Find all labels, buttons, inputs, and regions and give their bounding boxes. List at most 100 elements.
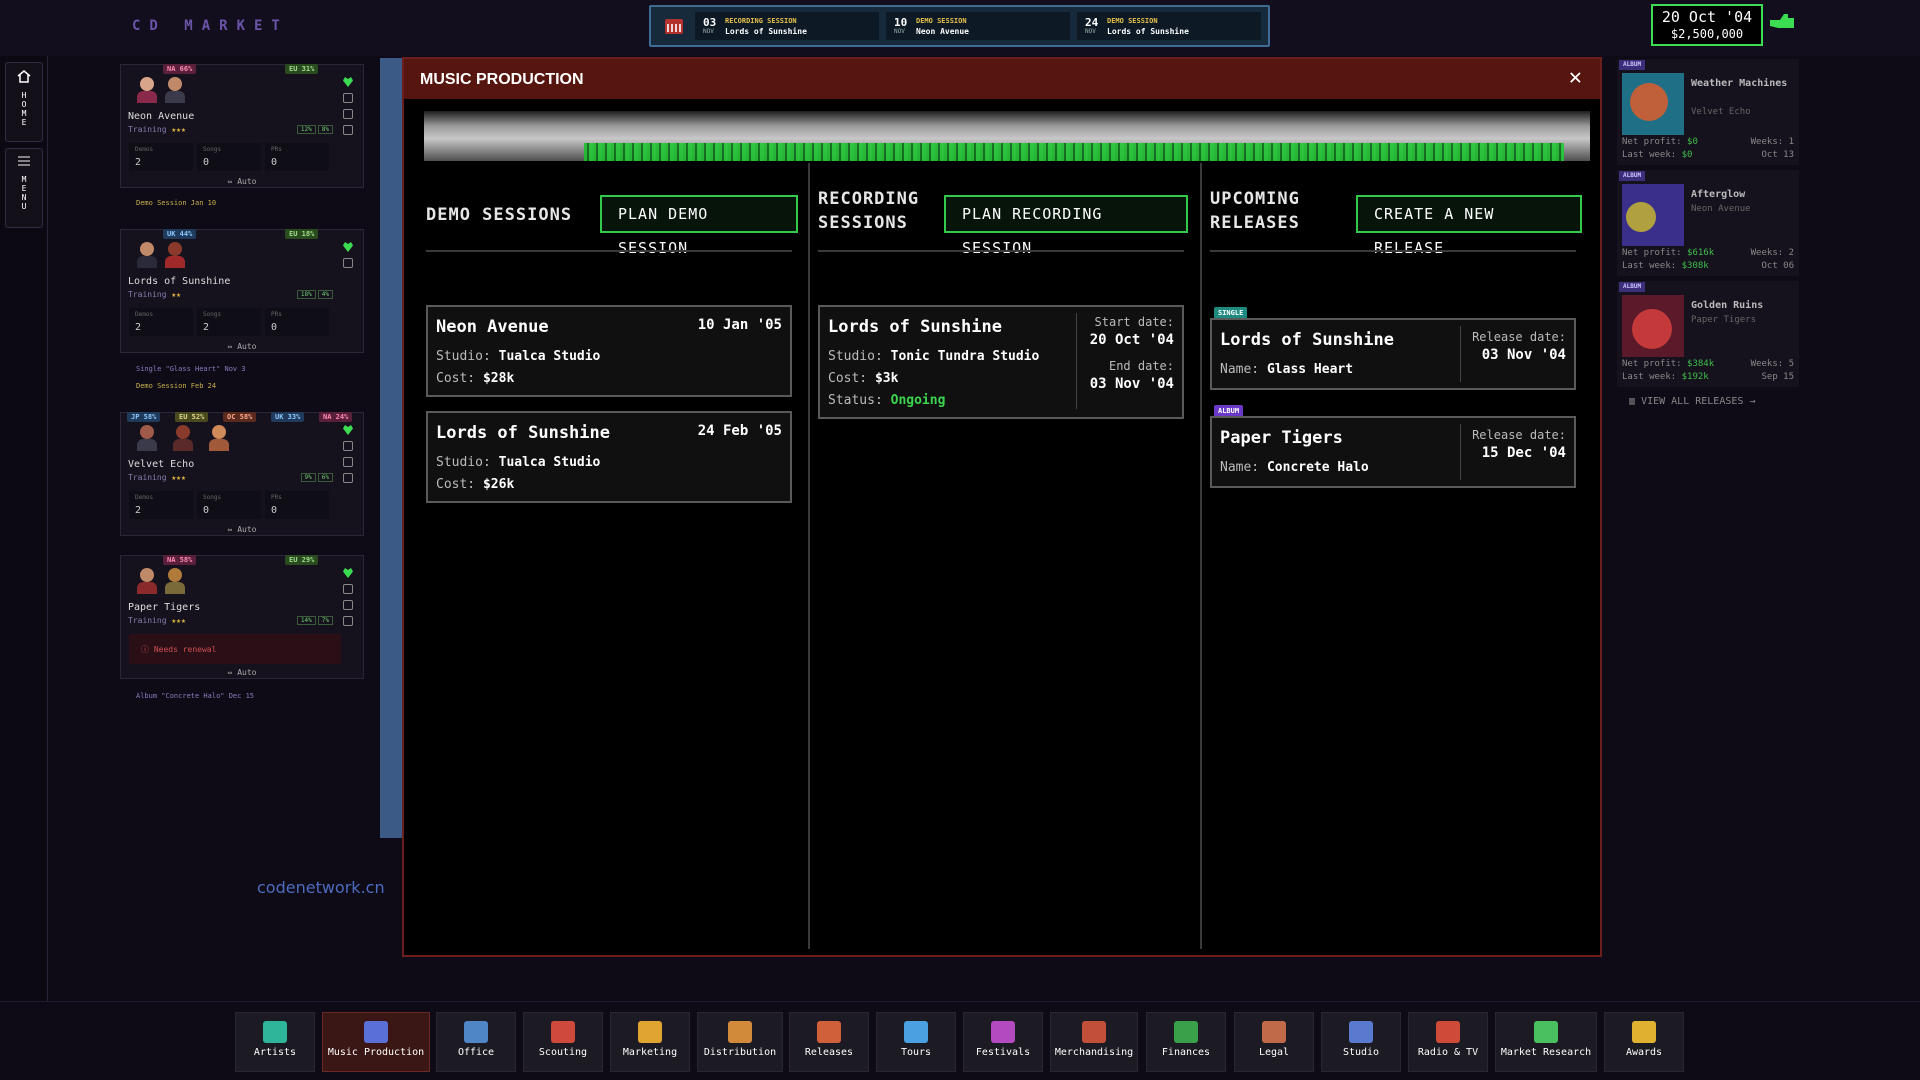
schedule-item[interactable]: 03 NOV RECORDING SESSION Lords of Sunshi… bbox=[695, 12, 879, 40]
released-album-card[interactable]: ALBUM Golden Ruins Paper Tigers Net prof… bbox=[1617, 281, 1799, 387]
nav-legal[interactable]: Legal bbox=[1234, 1012, 1314, 1072]
nav-label: Studio bbox=[1342, 1047, 1380, 1058]
create-new-release-button[interactable]: CREATE A NEW RELEASE bbox=[1356, 195, 1582, 257]
artist-avatar bbox=[135, 421, 159, 451]
artist-actions[interactable] bbox=[343, 425, 357, 489]
card-date: 24 Feb '05 bbox=[697, 423, 782, 439]
stat-demos: Demos 2 bbox=[129, 143, 193, 171]
current-date: 20 Oct '04 bbox=[1661, 8, 1753, 26]
upcoming-schedule[interactable]: 03 NOV RECORDING SESSION Lords of Sunshi… bbox=[649, 5, 1270, 47]
nav-label: Market Research bbox=[1500, 1047, 1592, 1058]
release-title: Weather Machines bbox=[1691, 78, 1788, 89]
nav-festivals[interactable]: Festivals bbox=[963, 1012, 1043, 1072]
name-value: Concrete Halo bbox=[1266, 460, 1369, 475]
studio-label: Studio: bbox=[436, 455, 491, 470]
recording-session-card[interactable]: Lords of Sunshine Studio: Tonic Tundra S… bbox=[818, 305, 1184, 419]
studio-banner-image bbox=[424, 111, 1590, 161]
artist-avatar bbox=[207, 421, 231, 451]
shirt-icon[interactable] bbox=[343, 616, 353, 626]
nav-artists[interactable]: Artists bbox=[235, 1012, 315, 1072]
auto-toggle[interactable]: ⇔ Auto bbox=[121, 668, 363, 677]
nav-label: Distribution bbox=[703, 1047, 777, 1058]
column-title: RECORDING SESSIONS bbox=[818, 187, 919, 235]
shirt-icon[interactable] bbox=[343, 473, 353, 483]
nav-market-research[interactable]: Market Research bbox=[1495, 1012, 1597, 1072]
released-album-card[interactable]: ALBUM Afterglow Neon Avenue Net profit: … bbox=[1617, 170, 1799, 276]
nav-awards[interactable]: Awards bbox=[1604, 1012, 1684, 1072]
nav-studio[interactable]: Studio bbox=[1321, 1012, 1401, 1072]
released-album-card[interactable]: ALBUM Weather Machines Velvet Echo Net p… bbox=[1617, 59, 1799, 165]
demo-session-card[interactable]: Neon Avenue 10 Jan '05 Studio: Tualca St… bbox=[426, 305, 792, 397]
end-date-label: End date: bbox=[1108, 359, 1174, 373]
calendar-icon[interactable] bbox=[343, 441, 353, 451]
auto-toggle[interactable]: ⇔ Auto bbox=[121, 177, 363, 186]
release-date-value: 15 Dec '04 bbox=[1481, 445, 1566, 461]
nav-marketing[interactable]: Marketing bbox=[610, 1012, 690, 1072]
shirt-icon[interactable] bbox=[343, 125, 353, 135]
nav-radio-tv[interactable]: Radio & TV bbox=[1408, 1012, 1488, 1072]
tag-icon[interactable] bbox=[343, 109, 353, 119]
training-stars: ★★ bbox=[171, 290, 181, 299]
studio-value: Tonic Tundra Studio bbox=[890, 349, 1040, 364]
demo-session-card[interactable]: Lords of Sunshine 24 Feb '05 Studio: Tua… bbox=[426, 411, 792, 503]
artist-actions[interactable] bbox=[343, 568, 357, 632]
release-card[interactable]: Lords of Sunshine Name: Glass Heart Rele… bbox=[1210, 318, 1576, 390]
schedule-item[interactable]: 10 NOV DEMO SESSION Neon Avenue bbox=[886, 12, 1070, 40]
heart-icon[interactable] bbox=[343, 77, 353, 87]
close-button[interactable]: ✕ bbox=[1569, 65, 1582, 90]
stat-value: 0 bbox=[271, 322, 278, 333]
release-card[interactable]: Paper Tigers Name: Concrete Halo Release… bbox=[1210, 416, 1576, 488]
schedule-month: NOV bbox=[703, 28, 714, 35]
stat-label: PRs bbox=[271, 146, 282, 153]
artist-card[interactable]: JP 58% EU 52% OC 58% UK 33% NA 24% Velve… bbox=[120, 412, 364, 536]
nav-distribution[interactable]: Distribution bbox=[697, 1012, 783, 1072]
tag-icon[interactable] bbox=[343, 600, 353, 610]
artist-card[interactable]: NA 66% EU 31% Neon Avenue Training ★★★ 1… bbox=[120, 64, 364, 188]
release-artist: Velvet Echo bbox=[1691, 107, 1751, 117]
plan-demo-session-button[interactable]: PLAN DEMO SESSION bbox=[600, 195, 798, 257]
schedule-item[interactable]: 24 NOV DEMO SESSION Lords of Sunshine bbox=[1077, 12, 1261, 40]
artist-training: Training ★★ bbox=[128, 290, 181, 299]
schedule-type: RECORDING SESSION bbox=[725, 17, 797, 25]
legal-icon bbox=[1262, 1021, 1286, 1043]
nav-label: Radio & TV bbox=[1417, 1047, 1479, 1058]
plan-recording-session-button[interactable]: PLAN RECORDING SESSION bbox=[944, 195, 1188, 257]
tag-icon[interactable] bbox=[343, 457, 353, 467]
cost-value: $26k bbox=[482, 477, 515, 492]
training-label: Training bbox=[128, 125, 167, 134]
nav-tours[interactable]: Tours bbox=[876, 1012, 956, 1072]
status-value: Ongoing bbox=[890, 393, 946, 408]
calendar-icon[interactable] bbox=[343, 584, 353, 594]
nav-music-production[interactable]: Music Production bbox=[322, 1012, 430, 1072]
menu-button[interactable]: MENU bbox=[5, 148, 43, 228]
artist-actions[interactable] bbox=[343, 242, 357, 274]
market-tag: EU 31% bbox=[285, 64, 319, 74]
home-button[interactable]: HOME bbox=[5, 62, 43, 142]
nav-releases[interactable]: Releases bbox=[789, 1012, 869, 1072]
auto-toggle[interactable]: ⇔ Auto bbox=[121, 342, 363, 351]
release-net-profit: Net profit: $616k Weeks: 2 bbox=[1622, 248, 1794, 258]
artist-actions[interactable] bbox=[343, 77, 357, 141]
heart-icon[interactable] bbox=[343, 568, 353, 578]
artist-card[interactable]: NA 58% EU 29% Paper Tigers Training ★★★ … bbox=[120, 555, 364, 679]
calendar-icon[interactable] bbox=[343, 93, 353, 103]
heart-icon[interactable] bbox=[343, 242, 353, 252]
nav-merchandising[interactable]: Merchandising bbox=[1050, 1012, 1138, 1072]
training-label: Training bbox=[128, 290, 167, 299]
stat-label: Songs bbox=[203, 146, 222, 153]
nav-finances[interactable]: Finances bbox=[1146, 1012, 1226, 1072]
artist-card[interactable]: UK 44% EU 18% Lords of Sunshine Training… bbox=[120, 229, 364, 353]
auto-toggle[interactable]: ⇔ Auto bbox=[121, 525, 363, 534]
column-rule bbox=[818, 250, 1184, 252]
nav-scouting[interactable]: Scouting bbox=[523, 1012, 603, 1072]
cost-label: Cost: bbox=[436, 371, 476, 386]
card-date: 10 Jan '05 bbox=[697, 317, 782, 333]
release-type-badge: ALBUM bbox=[1619, 171, 1646, 181]
calendar-icon[interactable] bbox=[343, 258, 353, 268]
needs-renewal-warning[interactable]: ⓘ Needs renewal bbox=[129, 634, 341, 664]
nav-office[interactable]: Office bbox=[436, 1012, 516, 1072]
card-status: Status: Ongoing bbox=[828, 393, 945, 408]
heart-icon[interactable] bbox=[343, 425, 353, 435]
advance-time-hand-icon[interactable] bbox=[1768, 12, 1796, 34]
view-all-releases-button[interactable]: ▥ VIEW ALL RELEASES → bbox=[1617, 390, 1799, 416]
